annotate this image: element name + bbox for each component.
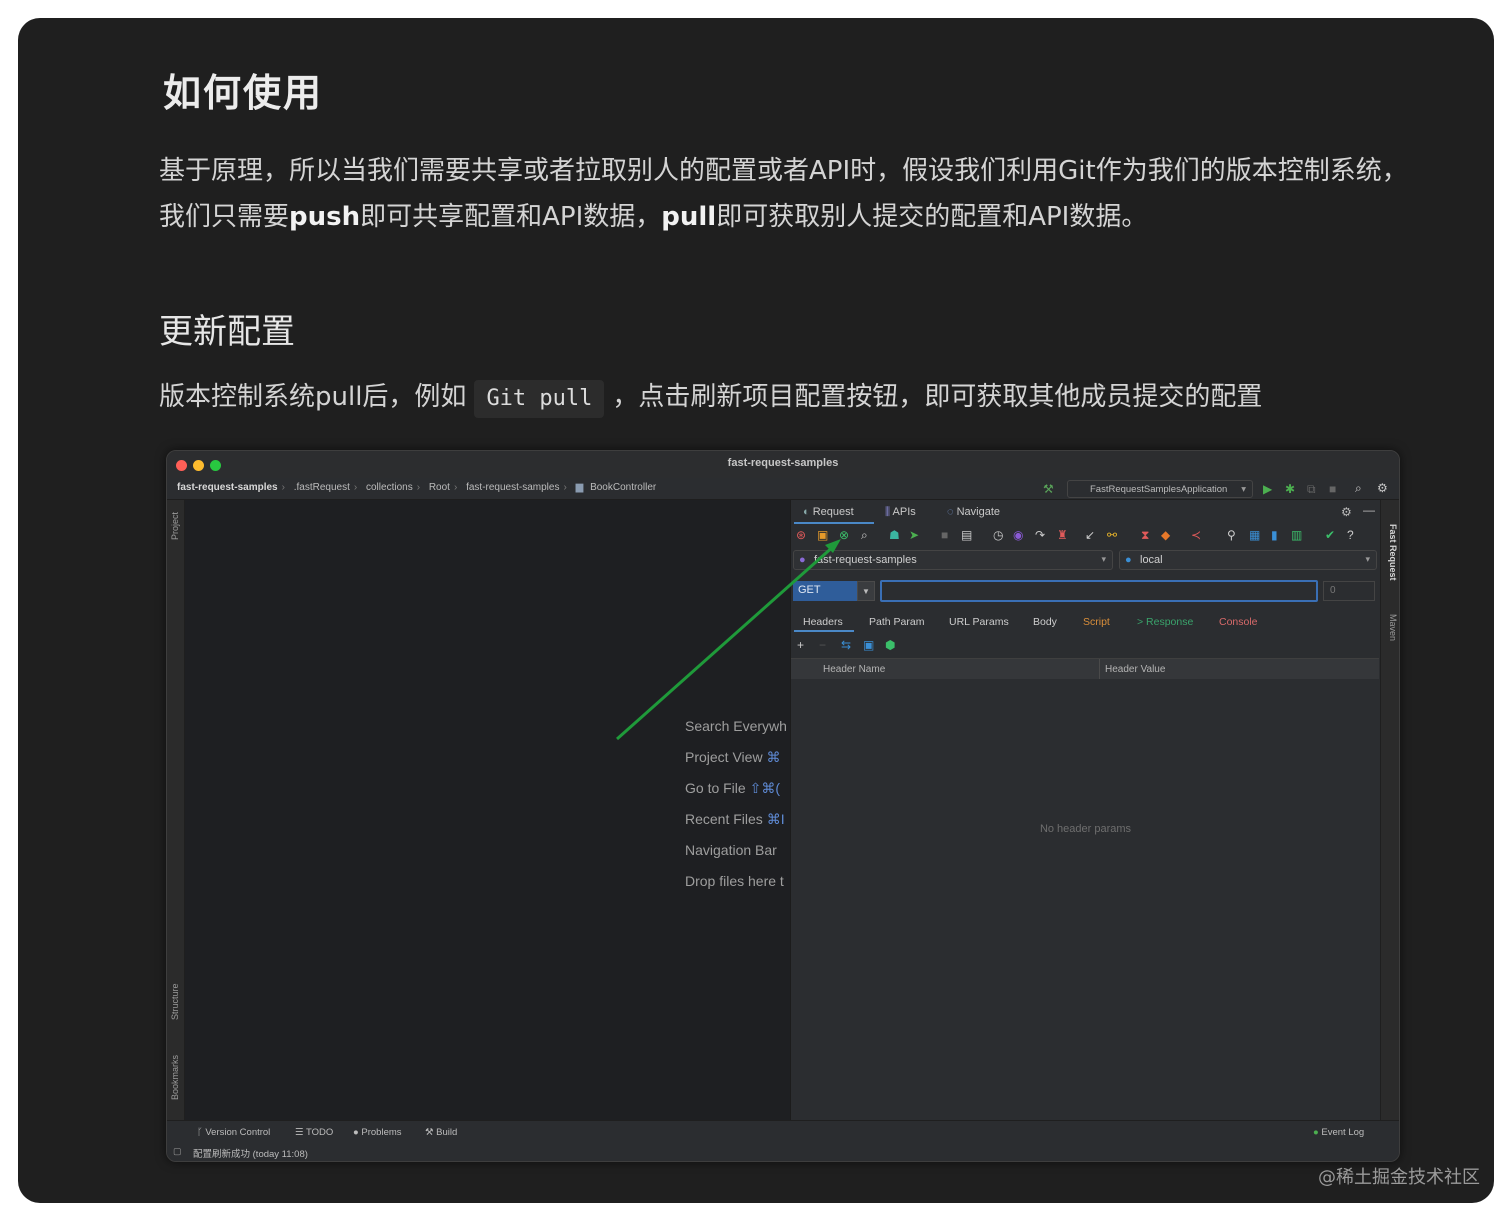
ide-window: fast-request-samples fast-request-sample…: [166, 450, 1400, 1162]
para-bold-push: push: [289, 202, 361, 232]
section-heading: 如何使用: [163, 71, 324, 115]
para-bold-pull: pull: [661, 202, 717, 232]
para-text-2: 即可共享配置和API数据，: [360, 202, 662, 232]
para2-text-1: 版本控制系统pull后，例如: [159, 382, 467, 412]
para-text-3: 即可获取别人提交的配置和API数据。: [716, 202, 1148, 232]
annotation-arrow: [616, 539, 841, 741]
watermark: @稀土掘金技术社区: [1318, 1167, 1480, 1188]
inline-code: Git pull: [474, 380, 605, 418]
article-card: 如何使用 基于原理，所以当我们需要共享或者拉取别人的配置或者API时，假设我们利…: [18, 18, 1494, 1203]
update-paragraph: 版本控制系统pull后，例如 Git pull ，点击刷新项目配置按钮，即可获取其他…: [159, 374, 1262, 420]
intro-paragraph: 基于原理，所以当我们需要共享或者拉取别人的配置或者API时，假设我们利用Git作…: [159, 148, 1424, 240]
subsection-heading: 更新配置: [159, 312, 295, 352]
para2-text-2: ，点击刷新项目配置按钮，即可获取其他成员提交的配置: [612, 382, 1263, 412]
